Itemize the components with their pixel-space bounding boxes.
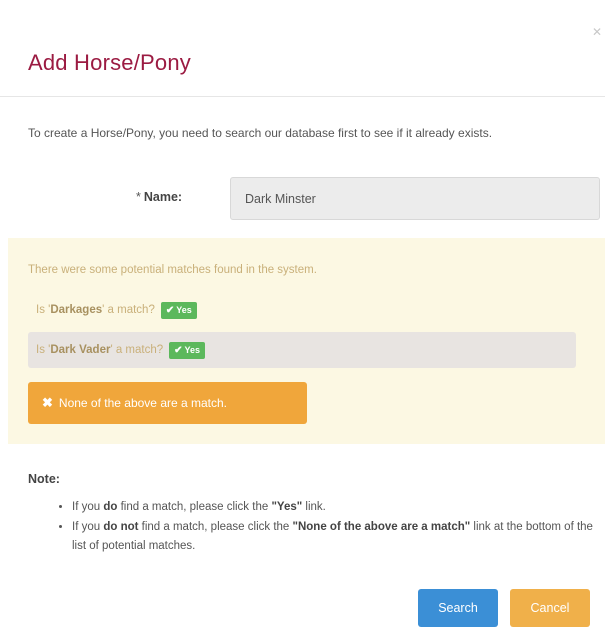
note-bold: "None of the above are a match" (292, 521, 471, 533)
matches-message: There were some potential matches found … (28, 264, 317, 276)
add-horse-modal: ✕ Add Horse/Pony To create a Horse/Pony,… (0, 0, 605, 628)
yes-button[interactable]: ✔ Yes (160, 301, 197, 319)
none-match-label: None of the above are a match. (58, 396, 228, 410)
note-bold: do (103, 501, 118, 513)
match-name: Dark Vader (50, 344, 111, 356)
yes-button[interactable]: ✔ Yes (169, 341, 206, 359)
match-prefix: Is ' (36, 304, 51, 316)
yes-label: Yes (184, 345, 201, 355)
note-text: If you (72, 501, 104, 513)
note-bold: "Yes" (271, 501, 303, 513)
match-suffix: ' a match? (102, 304, 155, 316)
required-marker: * (136, 190, 141, 204)
note-list: If you do find a match, please click the… (58, 498, 602, 557)
match-prefix: Is ' (36, 344, 51, 356)
note-bold: do not (103, 521, 139, 533)
note-item: If you do find a match, please click the… (72, 498, 602, 517)
none-match-button[interactable]: ✖ None of the above are a match. (28, 382, 307, 424)
x-icon: ✖ (42, 395, 53, 410)
match-name: Darkages (50, 304, 103, 316)
cancel-button[interactable]: Cancel (510, 589, 590, 627)
potential-matches-panel: There were some potential matches found … (8, 238, 605, 444)
yes-label: Yes (176, 305, 192, 315)
close-icon[interactable]: ✕ (592, 26, 602, 38)
name-input[interactable] (230, 177, 600, 220)
note-text: find a match, please click the (138, 521, 293, 533)
header-divider (0, 96, 605, 97)
search-button[interactable]: Search (418, 589, 498, 627)
match-row: Is ' Dark Vader ' a match? ✔ Yes (28, 332, 576, 368)
name-label: * Name: (136, 190, 182, 204)
note-heading: Note: (28, 472, 60, 486)
note-text: If you (72, 521, 104, 533)
match-row: Is ' Darkages ' a match? ✔ Yes (28, 292, 576, 328)
note-text: find a match, please click the (117, 501, 272, 513)
note-text: link. (302, 501, 326, 513)
check-icon: ✔ (174, 344, 183, 356)
note-item: If you do not find a match, please click… (72, 518, 602, 556)
name-label-text: Name: (143, 190, 183, 204)
modal-title: Add Horse/Pony (28, 50, 191, 75)
check-icon: ✔ (165, 304, 175, 316)
intro-text: To create a Horse/Pony, you need to sear… (28, 126, 493, 140)
match-suffix: ' a match? (110, 344, 164, 356)
